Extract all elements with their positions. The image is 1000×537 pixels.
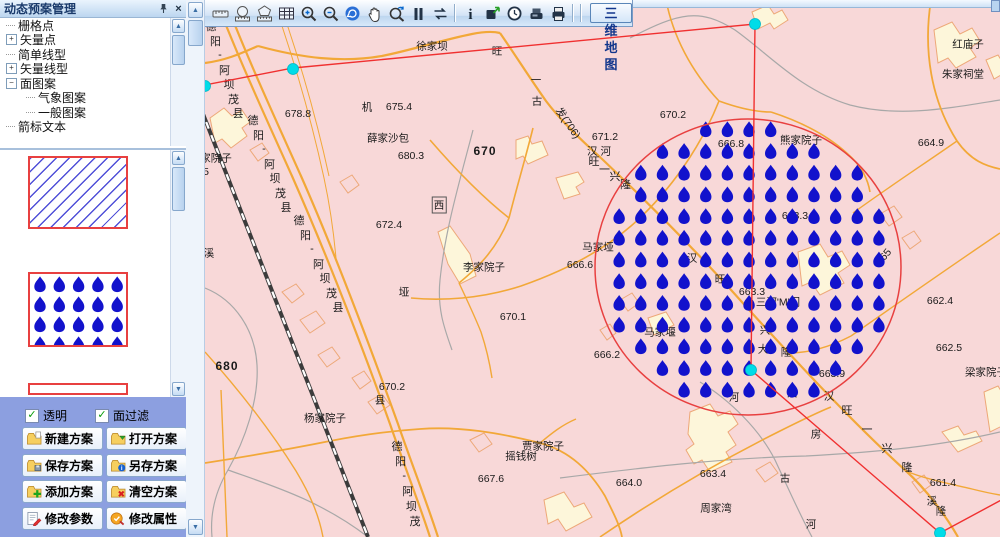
pattern-preview-list <box>0 150 170 397</box>
checkbox-透明[interactable]: ✓ 透明 <box>25 407 67 424</box>
button-label: 新建方案 <box>45 430 93 447</box>
button-label: 添加方案 <box>45 483 93 500</box>
tree-connector <box>26 97 35 98</box>
plan-overlay-layer <box>205 0 1000 537</box>
map-viewport[interactable]: 徐家坝机675.4678.8薛家沙包680.3670汉 河671.2670.26… <box>205 0 1000 537</box>
checkbox-label: 透明 <box>43 407 67 424</box>
map-corner-widget[interactable] <box>991 0 1000 12</box>
drops-pattern <box>30 274 126 345</box>
tree-connector <box>6 126 15 127</box>
layer-tree: 栅格点+矢量点简单线型+矢量线型−面图案气象图案一般图案箭标文本 <box>0 18 170 146</box>
button-label: 修改属性 <box>129 510 177 527</box>
checkbox-面过滤[interactable]: ✓ 面过滤 <box>95 407 149 424</box>
sidebar-titlebar: 动态预案管理 × <box>0 0 186 18</box>
hatch-pattern <box>30 158 126 227</box>
scroll-down-icon[interactable]: ▼ <box>188 519 203 535</box>
scrollbar-thumb[interactable] <box>188 20 203 46</box>
button-另存方案[interactable]: i 另存方案 <box>106 454 187 477</box>
edit-params-icon <box>26 511 42 526</box>
plan-vertex-handle[interactable] <box>750 19 761 30</box>
sidebar-outer-scrollbar[interactable]: ▲ ▼ <box>186 0 205 537</box>
plan-vertex-handle[interactable] <box>205 81 211 92</box>
blue-drops-swatch[interactable] <box>28 272 128 347</box>
tree-connector <box>6 54 15 55</box>
map-toolbar: i 三维地图 <box>205 0 633 27</box>
button-修改属性[interactable]: 修改属性 <box>106 507 187 530</box>
folder-open-icon <box>110 431 126 446</box>
measure-circle-icon[interactable] <box>231 3 253 24</box>
button-修改参数[interactable]: 修改参数 <box>22 507 103 530</box>
scroll-up-icon[interactable]: ▲ <box>172 151 185 165</box>
toolbar-separator <box>454 4 456 22</box>
zoom-out-icon[interactable] <box>319 3 341 24</box>
tree-connector <box>6 25 15 26</box>
close-icon[interactable]: × <box>171 2 186 16</box>
scrollbar-thumb[interactable] <box>172 167 185 211</box>
toolbar-separator <box>572 4 574 22</box>
window-top-strip <box>630 0 1000 8</box>
folder-clear-icon <box>110 484 126 499</box>
button-清空方案[interactable]: 清空方案 <box>106 480 187 503</box>
grid-icon[interactable] <box>275 3 297 24</box>
plan-vertex-handle[interactable] <box>935 528 946 537</box>
button-保存方案[interactable]: 保存方案 <box>22 454 103 477</box>
scroll-down-icon[interactable]: ▼ <box>172 382 185 396</box>
toolbar-separator <box>580 4 582 22</box>
fax-icon[interactable] <box>525 3 547 24</box>
folder-new-icon <box>26 431 42 446</box>
pause-icon[interactable] <box>407 3 429 24</box>
folder-save-icon <box>26 458 42 473</box>
export-icon[interactable] <box>481 3 503 24</box>
button-添加方案[interactable]: 添加方案 <box>22 480 103 503</box>
sidebar-title: 动态预案管理 <box>4 0 76 17</box>
button-label: 修改参数 <box>45 510 93 527</box>
svg-text:i: i <box>121 465 123 472</box>
swap-icon[interactable] <box>429 3 451 24</box>
info-icon[interactable]: i <box>459 3 481 24</box>
refresh-icon[interactable] <box>341 3 363 24</box>
pattern-scrollbar[interactable]: ▲ ▼ <box>170 150 187 397</box>
drops-pattern-partial <box>30 389 126 395</box>
zoom-in-icon[interactable] <box>297 3 319 24</box>
folder-saveas-icon: i <box>110 458 126 473</box>
tree-item-label: 箭标文本 <box>18 118 66 135</box>
zoom-previous-icon[interactable] <box>385 3 407 24</box>
button-label: 清空方案 <box>129 483 177 500</box>
pin-icon[interactable] <box>156 2 171 16</box>
checkbox-icon[interactable]: ✓ <box>25 409 39 423</box>
tree-scrollbar[interactable]: ▲ <box>170 18 187 146</box>
checkbox-icon[interactable]: ✓ <box>95 409 109 423</box>
plan-vertex-handle[interactable] <box>288 64 299 75</box>
print-icon[interactable] <box>547 3 569 24</box>
expand-icon[interactable]: + <box>6 63 17 74</box>
plan-vertex-handle[interactable] <box>746 365 757 376</box>
pan-icon[interactable] <box>363 3 385 24</box>
diagonal-hatch-swatch[interactable] <box>28 156 128 229</box>
clock-icon[interactable] <box>503 3 525 24</box>
plan-management-sidebar: 动态预案管理 × 栅格点+矢量点简单线型+矢量线型−面图案气象图案一般图案箭标文… <box>0 0 187 537</box>
button-label: 保存方案 <box>45 457 93 474</box>
measure-polygon-icon[interactable] <box>253 3 275 24</box>
expand-icon[interactable]: + <box>6 34 17 45</box>
scrollbar-thumb[interactable] <box>172 35 185 65</box>
svg-text:i: i <box>468 7 472 22</box>
button-label: 打开方案 <box>129 430 177 447</box>
checkbox-label: 面过滤 <box>113 407 149 424</box>
measure-distance-icon[interactable] <box>209 3 231 24</box>
application-window: 动态预案管理 × 栅格点+矢量点简单线型+矢量线型−面图案气象图案一般图案箭标文… <box>0 0 1000 537</box>
folder-add-icon <box>26 484 42 499</box>
plan-controls-panel: ✓ 透明 ✓ 面过滤新建方案 打开方案保存方案 i 另存方案添加方案 清空方案修改参数 修改属性 <box>0 397 186 537</box>
edit-props-icon <box>110 511 126 526</box>
collapse-icon[interactable]: − <box>6 78 17 89</box>
tree-connector <box>26 112 35 113</box>
map3d-button[interactable]: 三维地图 <box>590 3 632 23</box>
tree-item-箭标文本[interactable]: 箭标文本 <box>0 120 170 135</box>
scroll-up-icon[interactable]: ▲ <box>188 2 203 18</box>
button-打开方案[interactable]: 打开方案 <box>106 427 187 450</box>
button-新建方案[interactable]: 新建方案 <box>22 427 103 450</box>
scroll-up-icon[interactable]: ▲ <box>172 19 185 33</box>
partial-swatch[interactable] <box>28 383 128 395</box>
button-label: 另存方案 <box>129 457 177 474</box>
